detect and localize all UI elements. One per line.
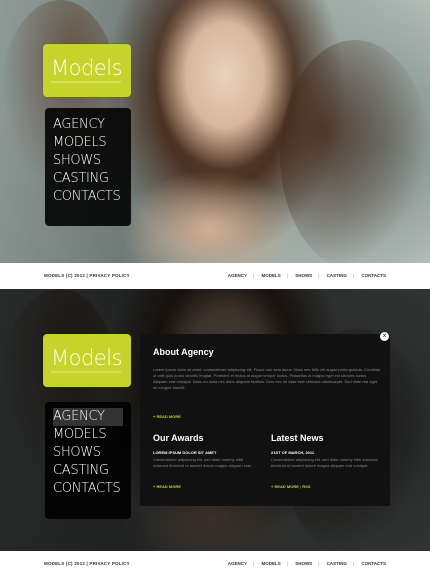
awards-text: Consectetuer adipiscing elit, sed diam n… [153, 457, 252, 468]
menu-item-casting[interactable]: CASTING [53, 170, 131, 188]
footer-link-contacts[interactable]: CONTACTS [361, 273, 386, 278]
footer-link-casting[interactable]: CASTING [327, 273, 347, 278]
footer-link-contacts[interactable]: CONTACTS [361, 561, 386, 566]
content-panel: About Agency Lorem ipsum dolor sit amet,… [140, 334, 390, 506]
menu-item-casting[interactable]: CASTING [53, 462, 131, 480]
awards-title: Our Awards [153, 433, 204, 443]
menu-item-models[interactable]: MODELS [53, 134, 131, 152]
footer-link-casting[interactable]: CASTING [327, 561, 347, 566]
footer-link-models[interactable]: MODELS [261, 273, 280, 278]
privacy-link[interactable]: PRIVACY POLICY [89, 561, 129, 566]
awards-read-more[interactable]: + READ MORE [153, 484, 181, 489]
news-date: 21ST OF MARCH, 2011 [271, 450, 315, 455]
news-text: Consectetuer adipiscing elit, sed diam n… [271, 457, 378, 468]
menu-item-models[interactable]: MODELS [53, 426, 131, 444]
menu-item-shows[interactable]: SHOWS [53, 444, 131, 462]
footer-copyright: MODELS (C) 2012 | PRIVACY POLICY [44, 561, 130, 566]
hero-screen: Models AGENCY MODELS SHOWS CASTING CONTA… [0, 0, 430, 263]
logo-text: Models [51, 346, 123, 370]
close-icon[interactable]: × [380, 332, 389, 341]
logo-text: Models [51, 56, 123, 80]
privacy-link[interactable]: PRIVACY POLICY [89, 273, 129, 278]
menu-item-agency[interactable]: AGENCY [53, 116, 131, 134]
footer-link-shows[interactable]: SHOWS [295, 561, 312, 566]
menu-item-contacts[interactable]: CONTACTS [53, 480, 131, 498]
agency-screen: Models AGENCY MODELS SHOWS CASTING CONTA… [0, 289, 430, 551]
news-title: Latest News [271, 433, 324, 443]
about-title: About Agency [153, 347, 214, 357]
rss-link[interactable]: RSS [302, 484, 310, 489]
news-read-more[interactable]: + READ MORE | RSS [271, 484, 311, 489]
footer-copyright: MODELS (C) 2012 | PRIVACY POLICY [44, 273, 130, 278]
main-menu: AGENCY MODELS SHOWS CASTING CONTACTS [45, 108, 131, 226]
awards-subtitle: LOREM IPSUM DOLOR SIT AMET [153, 450, 217, 455]
menu-item-agency[interactable]: AGENCY [53, 408, 123, 426]
footer-link-models[interactable]: MODELS [261, 561, 280, 566]
about-read-more[interactable]: + READ MORE [153, 414, 181, 419]
main-menu: AGENCY MODELS SHOWS CASTING CONTACTS [45, 402, 131, 519]
logo[interactable]: Models [43, 44, 131, 97]
footer: MODELS (C) 2012 | PRIVACY POLICY AGENCY |… [0, 551, 430, 575]
footer-link-shows[interactable]: SHOWS [295, 273, 312, 278]
footer-nav: AGENCY | MODELS | SHOWS | CASTING | CONTACTS [227, 273, 386, 278]
menu-item-shows[interactable]: SHOWS [53, 152, 131, 170]
footer-nav: AGENCY | MODELS | SHOWS | CASTING | CONTACTS [227, 561, 386, 566]
about-text: Lorem ipsum dolor sit amet, consectetuer… [153, 367, 381, 390]
footer-link-agency[interactable]: AGENCY [228, 273, 247, 278]
footer-link-agency[interactable]: AGENCY [228, 561, 247, 566]
logo[interactable]: Models [43, 334, 131, 387]
menu-item-contacts[interactable]: CONTACTS [53, 188, 131, 206]
footer: MODELS (C) 2012 | PRIVACY POLICY AGENCY |… [0, 263, 430, 289]
